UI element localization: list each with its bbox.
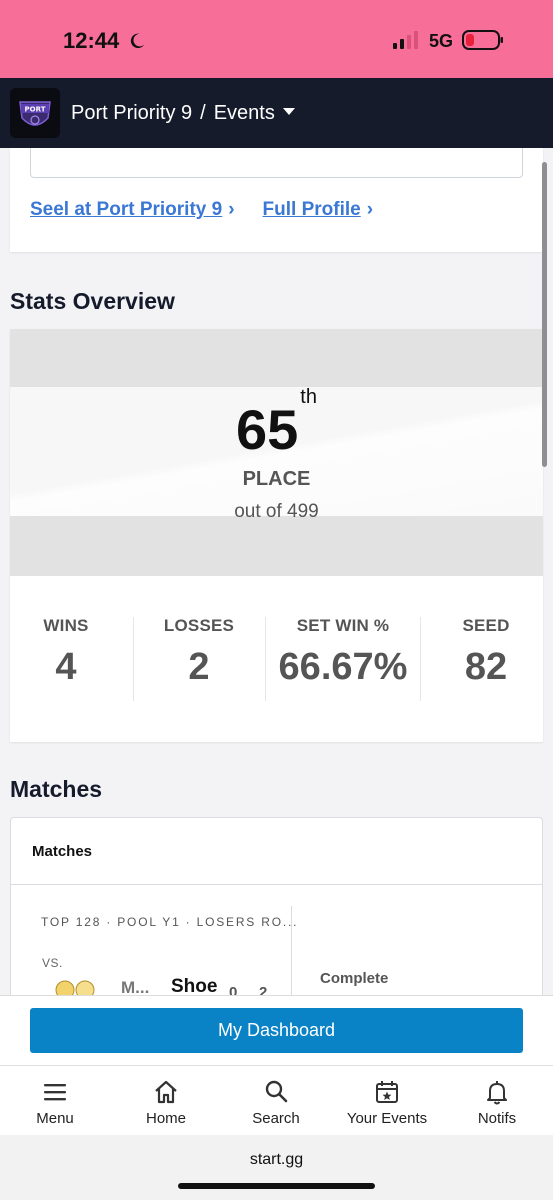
stats-overview-title: Stats Overview (10, 288, 175, 314)
stat-losses: LOSSES 2 (134, 616, 264, 689)
menu-icon (44, 1084, 66, 1101)
stat-label: LOSSES (163, 616, 235, 635)
match-status: Complete (320, 970, 389, 987)
signal-icon (393, 31, 418, 49)
battery-icon (462, 30, 503, 50)
calendar-star-icon (376, 1081, 398, 1103)
nav-notifs[interactable]: Notifs (447, 1078, 547, 1127)
match-score-a: 0 (229, 984, 238, 995)
matches-card-header: Matches (11, 818, 542, 885)
url-bar[interactable]: start.gg (0, 1151, 553, 1169)
opponent-name[interactable]: M... (121, 978, 149, 995)
nav-menu[interactable]: Menu (5, 1078, 105, 1127)
network-type: 5G (429, 31, 454, 51)
nav-home[interactable]: Home (116, 1078, 216, 1127)
bell-icon (487, 1081, 507, 1105)
chevron-right-icon[interactable]: › (367, 199, 373, 220)
placement-number: 65 (236, 398, 299, 461)
app-header: PORT Port Priority 9 / Events (0, 78, 553, 148)
match-round: TOP 128 · POOL Y1 · LOSERS RO... (41, 915, 299, 929)
search-icon (265, 1080, 288, 1103)
nav-label[interactable]: Search (226, 1110, 326, 1127)
browser-bar: start.gg (0, 1135, 553, 1200)
stats-card: 65th PLACE out of 499 WINS 4 LOSSES 2 SE… (10, 329, 543, 742)
stats-banner (10, 329, 543, 387)
placement-suffix: th (300, 386, 317, 409)
player-name[interactable]: Shoe (171, 976, 217, 995)
main-content[interactable]: Seel at Port Priority 9 › Full Profile › St… (0, 148, 553, 995)
matches-card-title: Matches (32, 843, 93, 860)
nav-your-events[interactable]: Your Events (337, 1078, 437, 1127)
port-logo-icon: PORT (10, 88, 60, 138)
matches-title: Matches (10, 776, 103, 802)
status-time: 12:44 (63, 28, 120, 53)
tournament-logo[interactable]: PORT (10, 88, 60, 138)
placement-out-of: out of 499 (234, 501, 319, 522)
status-bar: 12:44 5G (0, 0, 553, 78)
profile-card: Seel at Port Priority 9 › Full Profile › (10, 148, 543, 252)
header-breadcrumb[interactable]: Port Priority 9 / Events (71, 102, 295, 125)
chevron-right-icon[interactable]: › (228, 199, 234, 220)
moon-icon (130, 33, 145, 49)
match-score-b: 2 (259, 984, 268, 995)
placement-label: PLACE (242, 468, 311, 490)
nav-label[interactable]: Menu (5, 1110, 105, 1127)
chevron-down-icon[interactable] (282, 108, 295, 116)
breadcrumb-tournament[interactable]: Port Priority 9 (71, 102, 192, 124)
stat-value: 66.67% (278, 646, 408, 688)
nav-label[interactable]: Your Events (337, 1110, 437, 1127)
home-indicator[interactable] (178, 1183, 375, 1189)
full-profile-link[interactable]: Full Profile (263, 199, 361, 220)
stat-value: 82 (464, 646, 508, 688)
profile-field (30, 148, 523, 178)
placement: 65th (10, 386, 543, 462)
nav-label[interactable]: Home (116, 1110, 216, 1127)
stat-value: 4 (55, 646, 77, 688)
seed-link-prefix[interactable]: Seel at (30, 199, 91, 220)
nav-label[interactable]: Notifs (447, 1110, 547, 1127)
scrollbar[interactable] (542, 162, 547, 467)
seed-link[interactable]: Seel at Port Priority 9 (30, 199, 222, 220)
profile-links: Seel at Port Priority 9 › Full Profile › (30, 199, 401, 221)
seed-link-target[interactable]: Port Priority 9 (97, 199, 223, 220)
breadcrumb-events[interactable]: Events (214, 102, 275, 124)
stats-banner-bottom (10, 516, 543, 576)
stat-label: SEED (462, 616, 510, 635)
dashboard-bar: My Dashboard (0, 995, 553, 1065)
stat-value: 2 (188, 646, 210, 688)
matches-card: Matches TOP 128 · POOL Y1 · LOSERS RO...… (10, 817, 543, 995)
stat-wins: WINS 4 (10, 616, 122, 689)
logo-text: PORT (25, 106, 46, 114)
opponent-avatar-icon (55, 980, 95, 995)
home-icon (155, 1080, 177, 1104)
match-divider (291, 906, 292, 995)
vs-label: VS. (42, 956, 63, 970)
my-dashboard-button[interactable]: My Dashboard (30, 1008, 523, 1053)
bottom-nav: Menu Home Search Your Events Notifs (0, 1065, 553, 1135)
nav-search[interactable]: Search (226, 1078, 326, 1127)
stat-set-win: SET WIN % 66.67% (266, 616, 420, 689)
stat-label: SET WIN % (296, 616, 390, 635)
stat-label: WINS (43, 616, 89, 635)
stat-seed: SEED 82 (421, 616, 551, 689)
breadcrumb-separator: / (200, 102, 206, 124)
